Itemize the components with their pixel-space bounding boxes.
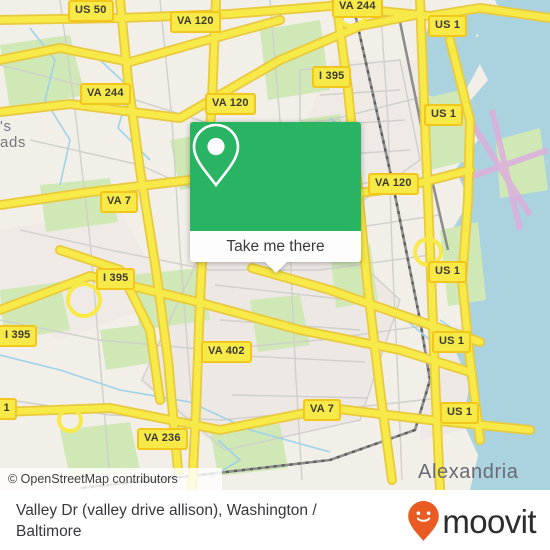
road-shield[interactable]: I 395 [312,66,352,88]
popup-header [190,122,361,231]
road-shield[interactable]: US 1 [428,261,468,283]
road-shield[interactable]: I 395 [0,325,38,347]
road-shield[interactable]: US 50 [68,0,114,22]
place-label-alexandria: Alexandria [418,461,519,483]
location-popup[interactable]: Take me there [190,122,361,273]
moovit-logo[interactable]: moovit [407,500,537,542]
moovit-wordmark: moovit [442,502,536,540]
place-label-partial: 's [0,118,12,135]
road-shield[interactable]: US 1 [424,104,464,126]
map-pin-icon [192,123,240,188]
osm-attribution[interactable]: © OpenStreetMap contributors [0,468,222,490]
road-shield[interactable]: VA 7 [100,191,139,213]
road-shield[interactable]: VA 120 [205,93,256,115]
popup-tail [264,262,287,273]
road-shield[interactable]: I 1 [0,398,17,420]
take-me-there-button[interactable]: Take me there [190,231,361,262]
road-shield[interactable]: VA 120 [170,11,221,33]
road-shield[interactable]: US 1 [428,15,468,37]
moovit-map-screenshot: US 50 VA 120 VA 244 US 1 I 395 VA 244 VA… [0,0,550,550]
road-shield[interactable]: VA 244 [332,0,383,18]
road-shield[interactable]: I 395 [96,268,136,290]
moovit-smiley-pin-icon [408,501,440,541]
road-shield[interactable]: VA 120 [368,173,419,195]
map-canvas[interactable]: US 50 VA 120 VA 244 US 1 I 395 VA 244 VA… [0,0,550,490]
road-shield[interactable]: VA 402 [201,341,252,363]
road-shield[interactable]: VA 7 [303,399,342,421]
road-shield[interactable]: US 1 [440,402,480,424]
location-title: Valley Dr (valley drive allison), Washin… [16,502,317,540]
road-shield[interactable]: VA 236 [137,428,188,450]
road-shield[interactable]: US 1 [432,331,472,353]
road-shield[interactable]: VA 244 [80,83,131,105]
place-label-partial: ads [0,134,26,151]
